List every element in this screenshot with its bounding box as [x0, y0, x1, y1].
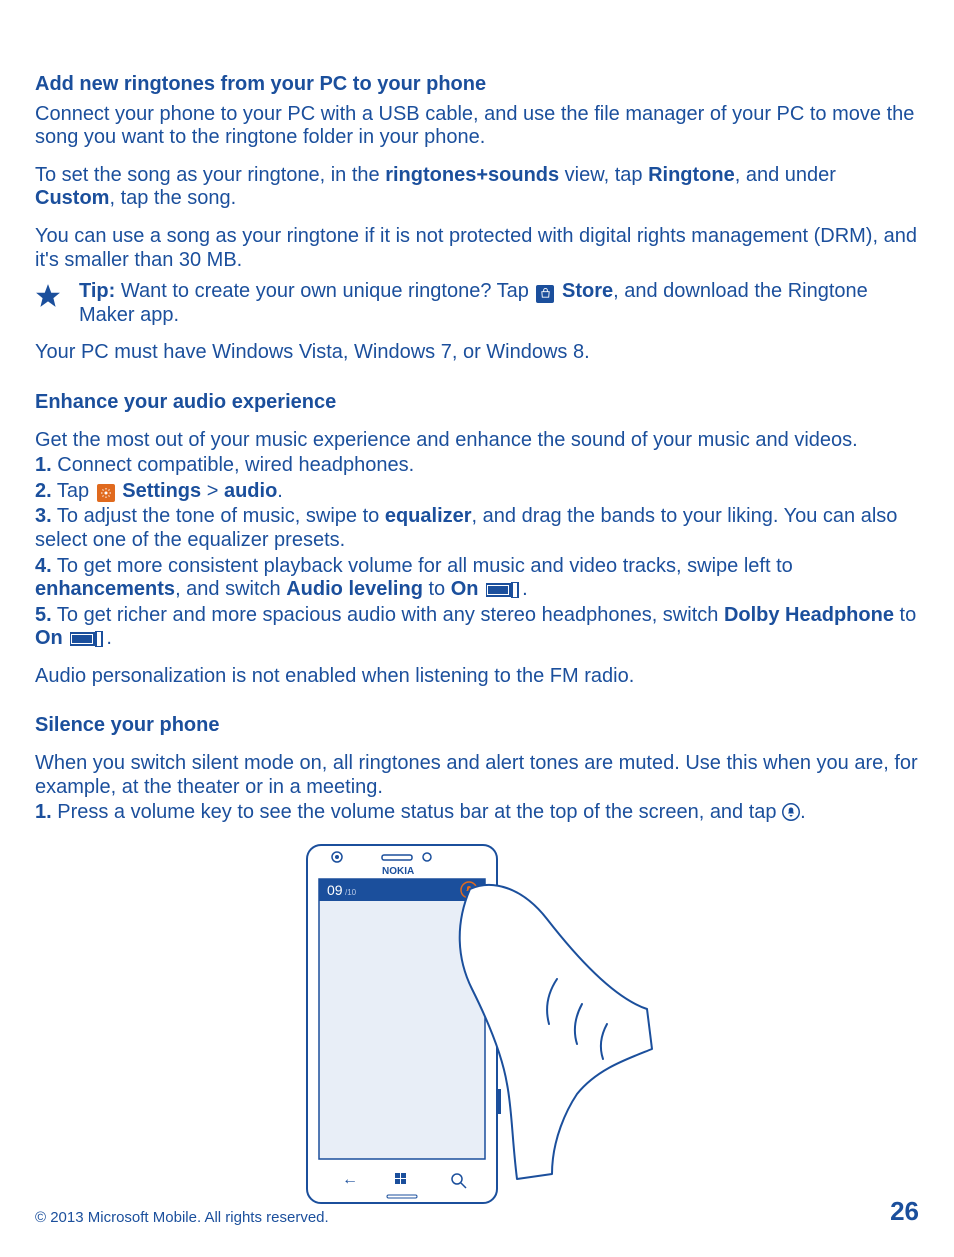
section1-para4: Your PC must have Windows Vista, Windows…	[35, 341, 919, 365]
text: Connect compatible, wired headphones.	[52, 454, 414, 476]
text: view, tap	[559, 164, 648, 186]
page-number: 26	[890, 1196, 919, 1227]
bold-enhancements: enhancements	[35, 578, 175, 600]
tip-block: Tip: Want to create your own unique ring…	[35, 280, 919, 327]
svg-text:←: ←	[342, 1171, 358, 1188]
bold-store: Store	[562, 280, 613, 302]
text: Tap	[52, 480, 95, 502]
step-3: 3. To adjust the tone of music, swipe to…	[35, 505, 919, 552]
section1-para2: To set the song as your ringtone, in the…	[35, 164, 919, 211]
page-footer: © 2013 Microsoft Mobile. All rights rese…	[35, 1196, 919, 1227]
svg-text:/10: /10	[345, 888, 357, 897]
bold-audio: audio	[224, 480, 277, 502]
text: to	[423, 578, 451, 600]
section2-para1: Get the most out of your music experienc…	[35, 429, 919, 453]
text: To set the song as your ringtone, in the	[35, 164, 385, 186]
text: >	[201, 480, 224, 502]
silence-step-1: 1. Press a volume key to see the volume …	[35, 801, 919, 825]
text: Want to create your own unique ringtone?…	[121, 280, 535, 302]
step-5: 5. To get richer and more spacious audio…	[35, 604, 919, 651]
bold-settings: Settings	[122, 480, 201, 502]
phone-illustration: NOKIA 09 /10 ←	[297, 839, 657, 1209]
bold-audio-leveling: Audio leveling	[286, 578, 423, 600]
step-number: 4.	[35, 555, 52, 577]
text: To adjust the tone of music, swipe to	[52, 505, 385, 527]
bold-on: On	[35, 627, 63, 649]
step-number: 3.	[35, 505, 52, 527]
bold-ringtones-sounds: ringtones+sounds	[385, 164, 559, 186]
step-number: 1.	[35, 801, 52, 823]
store-icon	[536, 285, 554, 303]
tip-text: Tip: Want to create your own unique ring…	[79, 280, 919, 327]
heading-enhance-audio: Enhance your audio experience	[35, 391, 919, 415]
text: to	[894, 604, 916, 626]
heading-add-ringtones: Add new ringtones from your PC to your p…	[35, 73, 919, 97]
bold-custom: Custom	[35, 187, 109, 209]
bold-ringtone: Ringtone	[648, 164, 735, 186]
tip-label: Tip:	[79, 280, 121, 302]
section1-para1: Connect your phone to your PC with a USB…	[35, 103, 919, 150]
toggle-on-icon	[70, 631, 104, 647]
bold-equalizer: equalizer	[385, 505, 472, 527]
bold-dolby-headphone: Dolby Headphone	[724, 604, 894, 626]
heading-silence-phone: Silence your phone	[35, 714, 919, 738]
copyright-text: © 2013 Microsoft Mobile. All rights rese…	[35, 1209, 329, 1227]
step-number: 2.	[35, 480, 52, 502]
bell-circle-icon	[782, 803, 800, 821]
svg-text:NOKIA: NOKIA	[382, 866, 414, 877]
step-1: 1. Connect compatible, wired headphones.	[35, 454, 919, 478]
text: , and switch	[175, 578, 286, 600]
step-number: 1.	[35, 454, 52, 476]
star-icon	[35, 283, 61, 309]
toggle-on-icon	[486, 582, 520, 598]
settings-icon	[97, 484, 115, 502]
text: , and under	[735, 164, 836, 186]
svg-text:09: 09	[327, 882, 343, 898]
section3-para1: When you switch silent mode on, all ring…	[35, 752, 919, 799]
bold-on: On	[451, 578, 479, 600]
step-4: 4. To get more consistent playback volum…	[35, 555, 919, 602]
section2-para2: Audio personalization is not enabled whe…	[35, 665, 919, 689]
section1-para3: You can use a song as your ringtone if i…	[35, 225, 919, 272]
text: To get more consistent playback volume f…	[52, 555, 793, 577]
text: Press a volume key to see the volume sta…	[52, 801, 782, 823]
step-number: 5.	[35, 604, 52, 626]
step-2: 2. Tap Settings > audio.	[35, 480, 919, 504]
text: , tap the song.	[109, 187, 236, 209]
text: To get richer and more spacious audio wi…	[52, 604, 724, 626]
